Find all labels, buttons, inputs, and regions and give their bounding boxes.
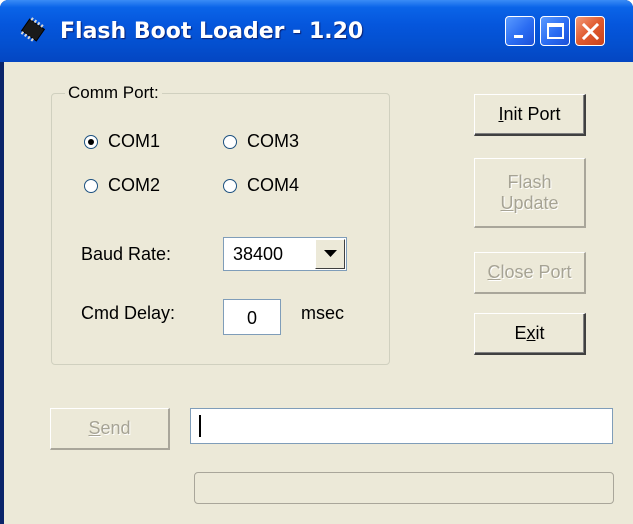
mnemonic: C — [487, 262, 501, 282]
send-button[interactable]: Send — [50, 408, 170, 450]
baud-rate-label: Baud Rate: — [81, 244, 172, 264]
maximize-icon — [547, 23, 564, 39]
flash-update-label-line1: Flash — [507, 171, 552, 192]
radio-com4[interactable]: COM4 — [223, 175, 299, 196]
radio-com1-label: COM1 — [108, 131, 161, 151]
send-text-input[interactable] — [190, 408, 613, 444]
radio-com3[interactable]: COM3 — [223, 131, 299, 152]
minimize-icon — [514, 35, 523, 38]
flash-update-label-line2: Update — [500, 193, 558, 214]
minimize-button[interactable] — [505, 16, 535, 46]
radio-circle — [223, 134, 237, 149]
client-area: Comm Port: COM1 COM3 COM2 COM4 Baud Rate… — [4, 62, 633, 524]
title-bar[interactable]: Flash Boot Loader - 1.20 — [0, 0, 633, 62]
init-port-label: Init Port — [498, 104, 560, 125]
radio-selected-dot — [88, 138, 94, 145]
radio-com4-label: COM4 — [247, 175, 300, 195]
label-rest: it — [535, 323, 545, 343]
close-port-label: Close Port — [487, 262, 571, 283]
radio-circle — [223, 178, 237, 193]
init-port-button[interactable]: Init Port — [474, 94, 586, 136]
close-icon — [581, 22, 600, 41]
cmd-delay-label: Cmd Delay: — [81, 303, 176, 323]
mnemonic: U — [500, 192, 514, 213]
text-caret — [199, 415, 201, 437]
dropdown-button[interactable] — [315, 239, 345, 269]
close-button[interactable] — [575, 16, 605, 46]
radio-circle — [84, 134, 98, 149]
radio-com2-label: COM2 — [108, 175, 161, 195]
radio-com1[interactable]: COM1 — [84, 131, 160, 152]
progress-bar — [194, 472, 614, 504]
mnemonic: x — [526, 323, 536, 343]
label-rest: nit Port — [503, 104, 561, 124]
chevron-down-icon — [324, 250, 337, 257]
label-rest: lose Port — [500, 262, 572, 282]
label-rest: pdate — [513, 192, 559, 213]
exit-button[interactable]: Exit — [474, 313, 586, 355]
radio-com2[interactable]: COM2 — [84, 175, 160, 196]
cmd-delay-input[interactable]: 0 — [223, 299, 281, 335]
radio-circle — [84, 178, 98, 193]
app-window: Flash Boot Loader - 1.20 Comm Port: COM1… — [0, 0, 633, 524]
label-rest: end — [100, 418, 131, 438]
comm-port-group-label: Comm Port: — [65, 83, 162, 103]
send-label: Send — [88, 418, 130, 439]
baud-rate-select[interactable]: 38400 — [223, 237, 347, 271]
exit-label: Exit — [514, 323, 544, 344]
close-port-button[interactable]: Close Port — [474, 252, 586, 294]
baud-rate-value: 38400 — [233, 244, 284, 264]
cmd-delay-unit: msec — [301, 303, 345, 323]
flash-update-button[interactable]: Flash Update — [474, 158, 586, 228]
maximize-button[interactable] — [540, 16, 570, 46]
label-prefix: E — [514, 323, 527, 343]
window-title: Flash Boot Loader - 1.20 — [60, 19, 364, 44]
radio-com3-label: COM3 — [247, 131, 300, 151]
mnemonic: S — [88, 418, 101, 438]
chip-icon — [20, 17, 46, 42]
